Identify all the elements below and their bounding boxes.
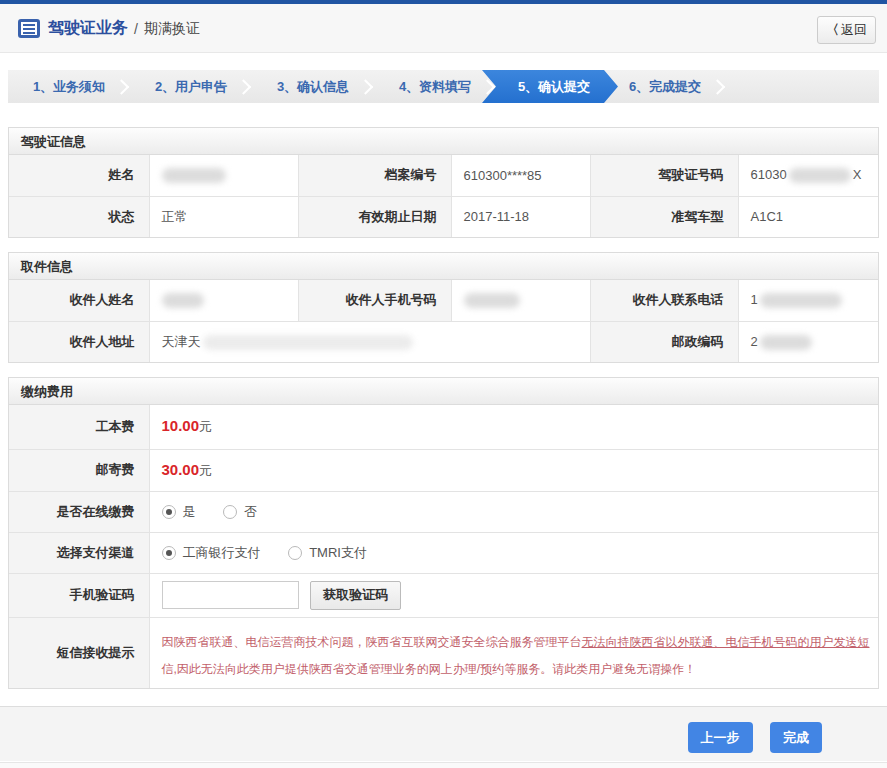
- pickup-info-section: 取件信息 收件人姓名 收件人手机号码 收件人联系电话 1 收件人地址 天津天 邮…: [8, 252, 879, 363]
- table-row: 姓名 档案编号 610300****85 驾驶证号码 61030X: [9, 155, 878, 196]
- recipient-mobile-label: 收件人手机号码: [298, 280, 451, 321]
- pickup-info-table: 收件人姓名 收件人手机号码 收件人联系电话 1 收件人地址 天津天 邮政编码 2: [9, 280, 878, 362]
- redacted-recipient-phone: [760, 293, 842, 308]
- back-button[interactable]: 〈返回: [817, 16, 876, 44]
- sms-notice-label: 短信接收提示: [9, 617, 149, 688]
- name-label: 姓名: [9, 155, 149, 196]
- vehicle-class-value: A1C1: [738, 196, 878, 237]
- file-no-label: 档案编号: [298, 155, 451, 196]
- sms-code-label: 手机验证码: [9, 573, 149, 617]
- fees-section: 缴纳费用 工本费 10.00元 邮寄费 30.00元 是否在线缴费 是 否 选择…: [8, 377, 879, 689]
- vehicle-class-label: 准驾车型: [590, 196, 738, 237]
- step-2: 2、用户申告: [130, 70, 252, 103]
- document-list-icon: [18, 19, 40, 38]
- license-info-section: 驾驶证信息 姓名 档案编号 610300****85 驾驶证号码 61030X …: [8, 127, 879, 238]
- postcode-label: 邮政编码: [590, 321, 738, 362]
- redacted-recipient-address: [203, 335, 413, 350]
- sms-code-field: 获取验证码: [149, 573, 878, 617]
- step-4: 4、资料填写: [374, 70, 496, 103]
- step-1: 1、业务须知: [8, 70, 130, 103]
- page-title: 驾驶证业务: [48, 18, 128, 39]
- table-row: 收件人地址 天津天 邮政编码 2: [9, 321, 878, 362]
- chevron-separator-icon: [710, 79, 726, 95]
- radio-online-pay-yes[interactable]: [162, 505, 176, 519]
- fees-title: 缴纳费用: [9, 378, 878, 405]
- file-no-value: 610300****85: [451, 155, 590, 196]
- recipient-address-value: 天津天: [149, 321, 590, 362]
- page-header: 驾驶证业务 / 期满换证 〈返回: [0, 4, 887, 53]
- breadcrumb: 驾驶证业务 / 期满换证: [18, 18, 200, 39]
- expiry-label: 有效期止日期: [298, 196, 451, 237]
- chevron-separator-icon: [236, 79, 252, 95]
- step-3: 3、确认信息: [252, 70, 374, 103]
- cost-label: 工本费: [9, 405, 149, 449]
- table-row: 工本费 10.00元: [9, 405, 878, 449]
- postage-value: 30.00元: [149, 449, 878, 491]
- status-value: 正常: [149, 196, 298, 237]
- footer-action-bar: 上一步 完成: [0, 706, 887, 761]
- step-progress-bar: 1、业务须知 2、用户申告 3、确认信息 4、资料填写 5、确认提交 6、完成提…: [8, 70, 879, 103]
- postage-label: 邮寄费: [9, 449, 149, 491]
- channel-options: 工商银行支付 TMRI支付: [149, 532, 878, 573]
- channel-label: 选择支付渠道: [9, 532, 149, 573]
- fees-table: 工本费 10.00元 邮寄费 30.00元 是否在线缴费 是 否 选择支付渠道 …: [9, 405, 878, 688]
- recipient-phone-value: 1: [738, 280, 878, 321]
- table-row: 状态 正常 有效期止日期 2017-11-18 准驾车型 A1C1: [9, 196, 878, 237]
- breadcrumb-separator: /: [134, 21, 138, 37]
- chevron-separator-icon: [358, 79, 374, 95]
- recipient-mobile-value: [451, 280, 590, 321]
- chevron-separator-icon: [114, 79, 130, 95]
- back-arrow-icon: 〈: [826, 22, 839, 37]
- name-value: [149, 155, 298, 196]
- redacted-license-no: [789, 168, 851, 183]
- recipient-name-value: [149, 280, 298, 321]
- redacted-name: [162, 168, 226, 183]
- recipient-address-label: 收件人地址: [9, 321, 149, 362]
- table-row: 短信接收提示 因陕西省联通、电信运营商技术问题，陕西省互联网交通安全综合服务管理…: [9, 617, 878, 688]
- radio-channel-icbc[interactable]: [162, 546, 176, 560]
- status-label: 状态: [9, 196, 149, 237]
- previous-step-button[interactable]: 上一步: [688, 722, 753, 753]
- table-row: 手机验证码 获取验证码: [9, 573, 878, 617]
- postcode-value: 2: [738, 321, 878, 362]
- pickup-info-title: 取件信息: [9, 253, 878, 280]
- expiry-value: 2017-11-18: [451, 196, 590, 237]
- license-no-label: 驾驶证号码: [590, 155, 738, 196]
- sms-code-input[interactable]: [162, 581, 299, 609]
- finish-button[interactable]: 完成: [770, 722, 822, 753]
- radio-channel-tmri[interactable]: [288, 546, 302, 560]
- recipient-name-label: 收件人姓名: [9, 280, 149, 321]
- online-pay-options: 是 否: [149, 491, 878, 532]
- step-6: 6、完成提交: [604, 70, 726, 103]
- redacted-postcode: [760, 335, 812, 350]
- recipient-phone-label: 收件人联系电话: [590, 280, 738, 321]
- back-label: 返回: [841, 22, 867, 37]
- online-pay-label: 是否在线缴费: [9, 491, 149, 532]
- redacted-recipient-name: [162, 293, 204, 308]
- cost-value: 10.00元: [149, 405, 878, 449]
- sms-notice-text: 因陕西省联通、电信运营商技术问题，陕西省互联网交通安全综合服务管理平台无法向持陕…: [149, 617, 878, 688]
- license-info-table: 姓名 档案编号 610300****85 驾驶证号码 61030X 状态 正常 …: [9, 155, 878, 237]
- radio-online-pay-no[interactable]: [223, 505, 237, 519]
- table-row: 邮寄费 30.00元: [9, 449, 878, 491]
- table-row: 选择支付渠道 工商银行支付 TMRI支付: [9, 532, 878, 573]
- page-subtitle: 期满换证: [144, 20, 200, 38]
- redacted-recipient-mobile: [464, 293, 520, 308]
- license-info-title: 驾驶证信息: [9, 128, 878, 155]
- table-row: 收件人姓名 收件人手机号码 收件人联系电话 1: [9, 280, 878, 321]
- table-row: 是否在线缴费 是 否: [9, 491, 878, 532]
- get-code-button[interactable]: 获取验证码: [310, 581, 401, 610]
- license-no-value: 61030X: [738, 155, 878, 196]
- step-5-active: 5、确认提交: [482, 70, 618, 103]
